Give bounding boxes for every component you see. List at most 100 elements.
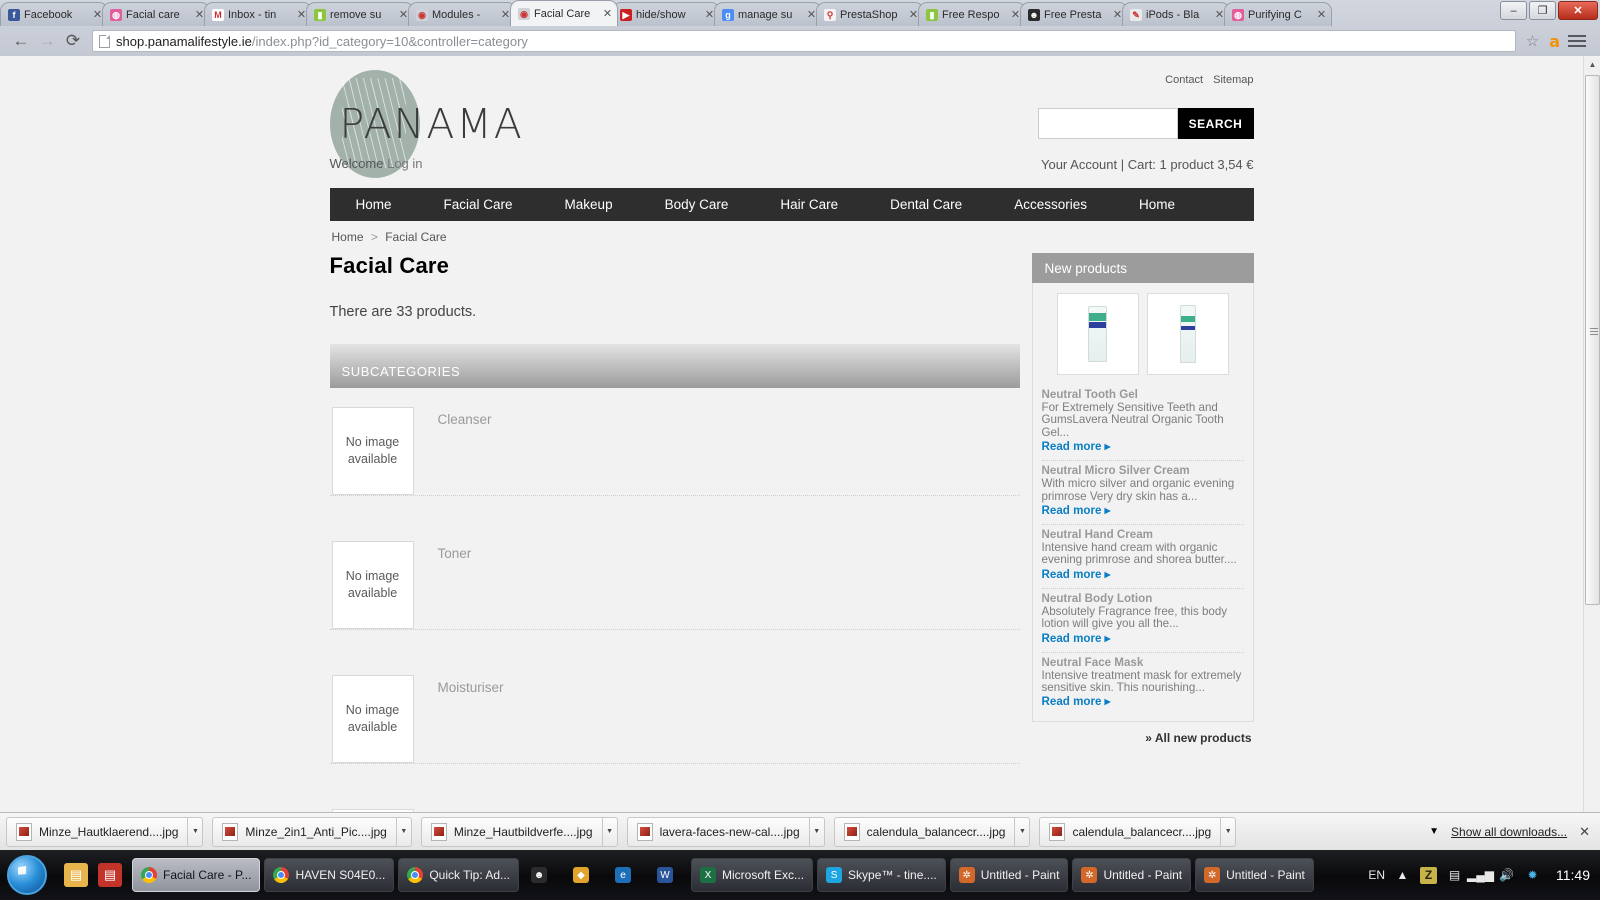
search-input[interactable]	[1037, 108, 1178, 139]
cart-link[interactable]: Cart: 1 product 3,54 €	[1128, 157, 1254, 172]
scrollbar-thumb[interactable]	[1585, 75, 1600, 605]
new-product-item[interactable]: Neutral Micro Silver Cream With micro sil…	[1041, 461, 1244, 526]
sitemap-link[interactable]: Sitemap	[1213, 74, 1253, 86]
taskbar-button[interactable]: W	[649, 858, 687, 892]
language-indicator[interactable]: EN	[1368, 868, 1385, 882]
subcategory-name[interactable]: Cleanser	[438, 407, 492, 495]
download-item-main[interactable]: Minze_Hautbildverfe....jpg	[422, 818, 602, 846]
taskbar-button[interactable]: ✲ Untitled - Paint	[949, 858, 1069, 892]
nav-item-accessories[interactable]: Accessories	[988, 188, 1113, 221]
network-icon[interactable]: ✹	[1524, 867, 1541, 884]
subcategory-name[interactable]: Toner	[438, 541, 472, 629]
close-window-button[interactable]: ✕	[1558, 1, 1598, 20]
new-product-item[interactable]: Neutral Face Mask Intensive treatment mas…	[1042, 653, 1244, 716]
subcategory-name[interactable]: Moisturiser	[438, 675, 504, 763]
download-item-main[interactable]: lavera-faces-new-cal....jpg	[628, 818, 809, 846]
nav-item-dental-care[interactable]: Dental Care	[864, 188, 988, 221]
close-downloads-bar-icon[interactable]: ✕	[1579, 824, 1590, 840]
breadcrumb-home[interactable]: Home	[332, 230, 364, 244]
all-new-products-link[interactable]: » All new products	[1032, 722, 1254, 745]
taskbar-button[interactable]: HAVEN S04E0...	[264, 858, 395, 892]
bookmark-star-icon[interactable]: ☆	[1526, 32, 1539, 50]
pdf-icon[interactable]: ▤	[98, 863, 122, 887]
reload-icon[interactable]: ⟳	[60, 28, 86, 54]
download-menu-icon[interactable]: ▼	[1220, 817, 1235, 846]
download-menu-icon[interactable]: ▼	[601, 817, 617, 846]
zotero-icon[interactable]: Z	[1420, 866, 1437, 884]
page-scrollbar[interactable]: ▲	[1583, 56, 1600, 812]
restore-button[interactable]: ❐	[1529, 1, 1556, 20]
volume-icon[interactable]: 🔊	[1498, 867, 1515, 884]
nav-item-body-care[interactable]: Body Care	[639, 188, 755, 221]
close-tab-icon[interactable]: ✕	[602, 7, 613, 20]
download-item[interactable]: calendula_balancecr....jpg ▼	[833, 816, 1031, 847]
search-button[interactable]: SEARCH	[1177, 108, 1254, 139]
browser-tab[interactable]: ▮ remove su ✕	[306, 2, 414, 26]
your-account-link[interactable]: Your Account	[1041, 157, 1117, 172]
read-more-link[interactable]: Read more ▸	[1042, 567, 1244, 583]
nav-item-hair-care[interactable]: Hair Care	[754, 188, 864, 221]
subcategory-item[interactable]: No image available Cleanser	[329, 388, 1020, 496]
new-product-item[interactable]: Neutral Hand Cream Intensive hand cream w…	[1041, 525, 1244, 589]
minimize-button[interactable]: –	[1500, 1, 1527, 20]
browser-tab[interactable]: ◍ Facial care ✕	[102, 2, 210, 26]
product-thumbnail[interactable]	[1056, 293, 1139, 375]
nav-item-home[interactable]: Home	[330, 188, 418, 221]
download-item-main[interactable]: Minze_2in1_Anti_Pic....jpg	[213, 818, 395, 846]
browser-tab[interactable]: M Inbox - tin ✕	[204, 2, 312, 26]
address-bar[interactable]: shop.panamalifestyle.ie /index.php?id_ca…	[92, 30, 1516, 52]
download-menu-icon[interactable]: ▼	[1014, 817, 1029, 846]
download-item[interactable]: lavera-faces-new-cal....jpg ▼	[626, 816, 825, 847]
browser-tab[interactable]: ◍ Purifying C ✕	[1224, 2, 1332, 26]
explorer-icon[interactable]: ▤	[64, 863, 88, 887]
start-button[interactable]	[0, 852, 54, 898]
new-product-item[interactable]: Neutral Tooth Gel For Extremely Sensitive…	[1041, 385, 1244, 462]
browser-tab[interactable]: g manage su ✕	[714, 2, 822, 26]
signal-icon[interactable]: ▂▄▆	[1467, 867, 1494, 884]
download-menu-icon[interactable]: ▼	[808, 817, 824, 846]
download-item-main[interactable]: Minze_Hautklaerend....jpg	[7, 818, 187, 846]
subcategory-item[interactable]: No image available Moisturiser	[329, 656, 1020, 764]
scroll-up-arrow[interactable]: ▲	[1584, 56, 1600, 73]
download-item-main[interactable]: calendula_balancecr....jpg	[1040, 818, 1220, 846]
browser-tab[interactable]: ⚲ PrestaShop ✕	[816, 2, 924, 26]
nav-item-makeup[interactable]: Makeup	[539, 188, 639, 221]
new-product-item[interactable]: Neutral Body Lotion Absolutely Fragrance …	[1041, 589, 1244, 653]
forward-icon[interactable]: →	[34, 28, 60, 54]
taskbar-button[interactable]: e	[607, 858, 645, 892]
read-more-link[interactable]: Read more ▸	[1042, 439, 1244, 455]
taskbar-button[interactable]: X Microsoft Exc...	[691, 858, 814, 892]
subcategory-item[interactable]: No image available Toner	[329, 522, 1020, 630]
taskbar-button[interactable]: Facial Care - P...	[132, 858, 261, 892]
read-more-link[interactable]: Read more ▸	[1042, 503, 1244, 519]
back-icon[interactable]: ←	[8, 28, 34, 54]
download-item[interactable]: calendula_balancecr....jpg ▼	[1039, 816, 1237, 847]
device-icon[interactable]: ▤	[1446, 867, 1463, 884]
menu-icon[interactable]	[1568, 35, 1586, 47]
nav-item-facial-care[interactable]: Facial Care	[418, 188, 539, 221]
taskbar-button[interactable]: ✲ Untitled - Paint	[1072, 858, 1192, 892]
browser-tab[interactable]: f Facebook ✕	[0, 2, 108, 26]
login-link[interactable]: Log in	[387, 156, 422, 171]
download-item[interactable]: Minze_2in1_Anti_Pic....jpg ▼	[212, 816, 412, 847]
taskbar-button[interactable]: ◆	[565, 858, 603, 892]
download-item[interactable]: Minze_Hautklaerend....jpg ▼	[6, 816, 204, 847]
read-more-link[interactable]: Read more ▸	[1042, 631, 1244, 647]
product-thumbnail[interactable]	[1146, 293, 1229, 375]
download-menu-icon[interactable]: ▼	[395, 817, 411, 846]
contact-link[interactable]: Contact	[1165, 74, 1203, 86]
show-all-downloads-link[interactable]: Show all downloads...	[1451, 825, 1567, 839]
taskbar-button[interactable]: ☻	[523, 858, 561, 892]
close-tab-icon[interactable]: ✕	[1316, 8, 1327, 21]
browser-tab[interactable]: ▮ Free Respo ✕	[918, 2, 1026, 26]
taskbar-button[interactable]: Quick Tip: Ad...	[398, 858, 520, 892]
browser-tab[interactable]: ◉ Facial Care ✕	[510, 0, 618, 26]
show-hidden-icons-icon[interactable]: ▲	[1394, 867, 1411, 884]
nav-item-home[interactable]: Home	[1113, 188, 1201, 221]
taskbar-clock[interactable]: 11:49	[1550, 867, 1590, 883]
amazon-extension-icon[interactable]: a	[1549, 32, 1560, 51]
download-menu-icon[interactable]: ▼	[187, 817, 202, 846]
taskbar-button[interactable]: ✲ Untitled - Paint	[1195, 858, 1314, 892]
browser-tab[interactable]: ✎ iPods - Bla ✕	[1122, 2, 1230, 26]
browser-tab[interactable]: ☻ Free Presta ✕	[1020, 2, 1128, 26]
